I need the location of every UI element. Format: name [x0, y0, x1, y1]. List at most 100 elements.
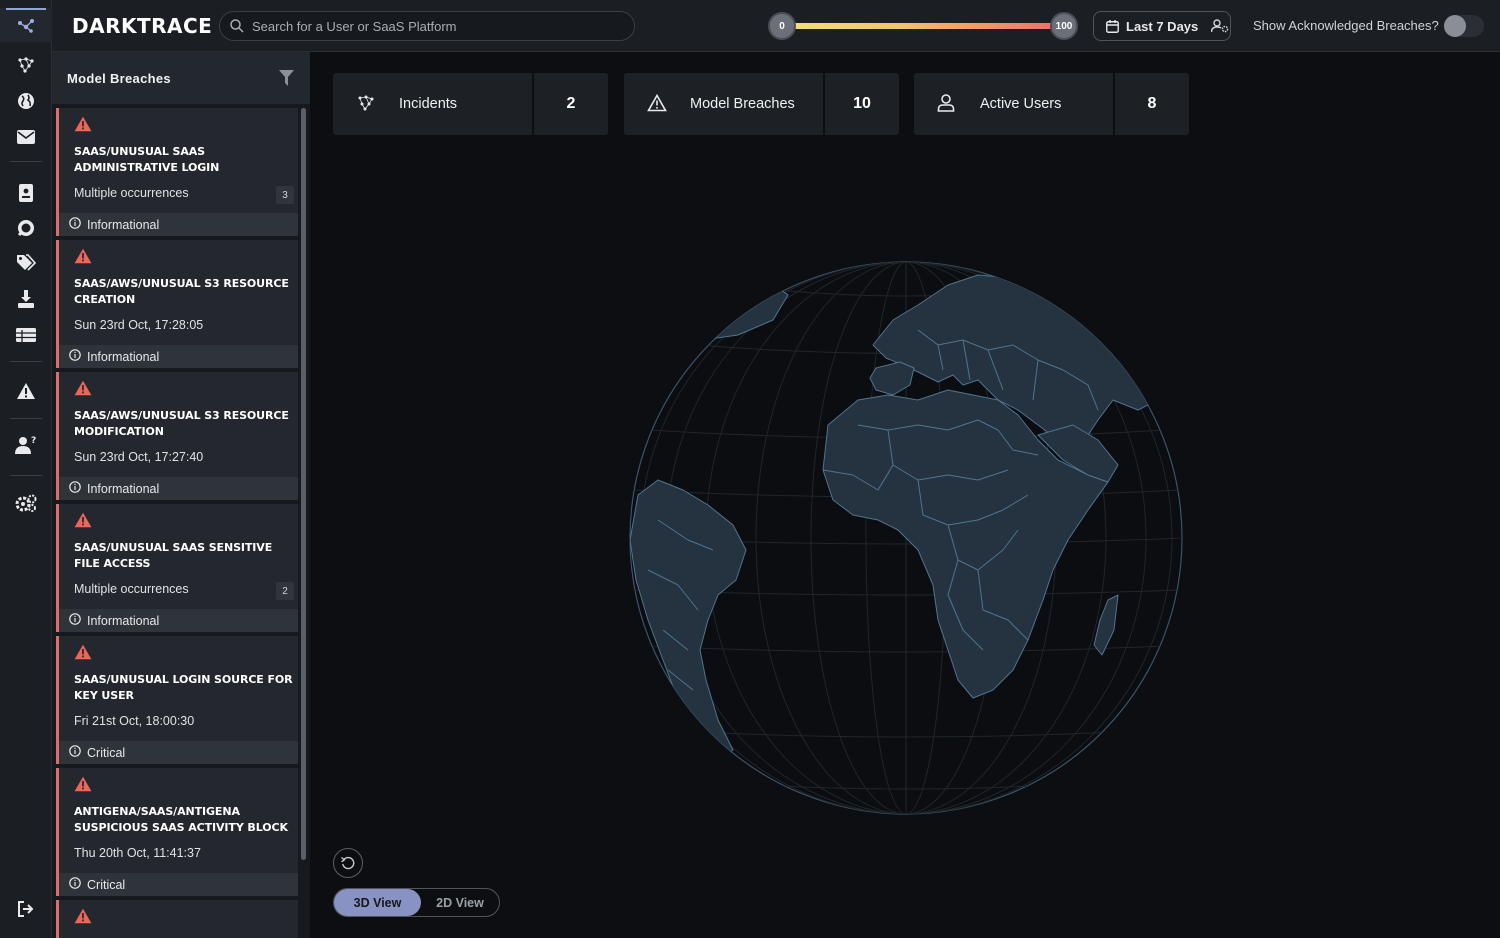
search-box[interactable] [219, 11, 635, 41]
incidents-icon [358, 95, 374, 111]
warning-triangle-icon [74, 380, 92, 401]
panel-title: Model Breaches [67, 70, 171, 86]
slider-track[interactable] [780, 23, 1066, 29]
breach-title: SAAS/UNUSUAL SAAS SENSITIVE FILE ACCESS [74, 541, 273, 570]
breach-detail: Fri 21st Oct, 18:00:30 [74, 714, 195, 728]
app-root: ? DARKTRACE 0 100 Last 7 Days Show Ackno… [0, 0, 1500, 938]
stat-value: 10 [853, 95, 871, 112]
breach-card[interactable] [56, 900, 298, 938]
rail-divider [10, 475, 42, 476]
severity-label: Informational [87, 349, 160, 364]
breach-list: SAAS/UNUSUAL SAAS ADMINISTRATIVE LOGIN Mu… [56, 108, 298, 938]
breach-card[interactable]: ANTIGENA/SAAS/ANTIGENA SUSPICIOUS SAAS A… [56, 768, 298, 896]
rail-divider [10, 161, 42, 162]
warning-triangle-icon [74, 776, 92, 797]
rail-tags[interactable] [0, 246, 52, 280]
user-icon [937, 94, 955, 112]
severity-label: Informational [87, 613, 160, 628]
severity-label: Critical [87, 877, 126, 892]
info-icon [69, 745, 81, 760]
rail-download[interactable] [0, 282, 52, 316]
info-icon [69, 877, 81, 892]
threat-score-slider[interactable]: 0 100 [768, 12, 1078, 40]
info-icon [69, 217, 81, 232]
rail-divider [10, 361, 42, 362]
user-question-icon: ? [15, 436, 36, 454]
warning-triangle-icon [74, 908, 92, 929]
filter-icon[interactable] [279, 70, 294, 86]
chat-icon [17, 220, 34, 237]
view-3d-button[interactable]: 3D View [334, 889, 421, 916]
alert-icon [17, 383, 35, 399]
view-2d-button[interactable]: 2D View [421, 889, 499, 916]
rail-network[interactable] [0, 8, 52, 42]
breach-severity: Informational [59, 609, 298, 632]
logout-icon [18, 901, 34, 917]
toggle-knob [1444, 15, 1466, 37]
acknowledged-label: Show Acknowledged Breaches? [1253, 18, 1439, 33]
acknowledged-toggle[interactable] [1444, 15, 1484, 37]
rail-settings[interactable] [0, 486, 52, 520]
download-icon [18, 290, 34, 308]
stat-label: Model Breaches [690, 96, 795, 112]
logo: DARKTRACE [72, 14, 213, 38]
breach-severity: Critical [59, 741, 298, 764]
breach-card[interactable]: SAAS/UNUSUAL SAAS ADMINISTRATIVE LOGIN Mu… [56, 108, 298, 236]
breach-list-scrollbar[interactable] [301, 108, 306, 860]
stat-label: Incidents [399, 96, 458, 112]
world-globe[interactable] [618, 250, 1194, 826]
info-icon [69, 481, 81, 496]
top-bar: DARKTRACE 0 100 Last 7 Days Show Acknowl… [52, 0, 1500, 52]
rail-user-help[interactable]: ? [0, 428, 52, 462]
model-breaches-panel: Model Breaches SAAS/UNUSUAL SAAS ADMINIS… [52, 52, 310, 938]
occurrence-count: 3 [276, 186, 294, 204]
stat-value: 8 [1147, 95, 1157, 112]
stat-active-users[interactable]: Active Users 8 [914, 73, 1189, 135]
breach-severity: Informational [59, 477, 298, 500]
rail-globe[interactable] [0, 84, 52, 118]
reset-view-button[interactable] [333, 848, 363, 878]
breach-card[interactable]: SAAS/UNUSUAL SAAS SENSITIVE FILE ACCESS M… [56, 504, 298, 632]
severity-label: Informational [87, 217, 160, 232]
stat-label: Active Users [980, 96, 1062, 112]
severity-label: Informational [87, 481, 160, 496]
breach-severity: Informational [59, 345, 298, 368]
table-icon [16, 328, 36, 342]
breach-card[interactable]: SAAS/AWS/UNUSUAL S3 RESOURCE MODIFICATIO… [56, 372, 298, 500]
svg-text:?: ? [31, 436, 36, 446]
rail-chat[interactable] [0, 211, 52, 245]
breach-title: SAAS/UNUSUAL LOGIN SOURCE FOR KEY USER [74, 673, 293, 702]
rail-reports[interactable] [0, 176, 52, 210]
breach-severity: Informational [59, 213, 298, 236]
tags-icon [17, 254, 36, 271]
warning-triangle-icon [74, 116, 92, 137]
breach-card[interactable]: SAAS/UNUSUAL LOGIN SOURCE FOR KEY USER Fr… [56, 636, 298, 764]
stat-incidents[interactable]: Incidents 2 [333, 73, 608, 135]
breach-title: ANTIGENA/SAAS/ANTIGENA SUSPICIOUS SAAS A… [74, 805, 288, 834]
slider-max-handle[interactable]: 100 [1050, 12, 1078, 40]
search-input[interactable] [252, 18, 612, 34]
stat-model-breaches[interactable]: Model Breaches 10 [624, 73, 899, 135]
breach-title: SAAS/AWS/UNUSUAL S3 RESOURCE CREATION [74, 277, 289, 306]
rail-logout[interactable] [0, 892, 52, 926]
rail-table[interactable] [0, 318, 52, 352]
date-range-button[interactable]: Last 7 Days [1093, 11, 1231, 41]
calendar-icon [1106, 19, 1119, 33]
panel-header: Model Breaches [52, 52, 310, 104]
warning-triangle-icon [74, 644, 92, 665]
breach-severity: Critical [59, 873, 298, 896]
slider-min-handle[interactable]: 0 [768, 12, 796, 40]
incidents-icon [18, 57, 34, 73]
icon-rail: ? [0, 0, 52, 938]
rail-incidents[interactable] [0, 48, 52, 82]
breach-detail: Thu 20th Oct, 11:41:37 [74, 846, 201, 860]
rail-divider [10, 418, 42, 419]
breach-title: SAAS/AWS/UNUSUAL S3 RESOURCE MODIFICATIO… [74, 409, 289, 438]
rail-alerts[interactable] [0, 374, 52, 408]
user-settings-icon[interactable] [1211, 19, 1229, 33]
reset-rotation-icon [341, 856, 355, 870]
mail-icon [17, 130, 35, 144]
breach-card[interactable]: SAAS/AWS/UNUSUAL S3 RESOURCE CREATION Sun… [56, 240, 298, 368]
breach-title: SAAS/UNUSUAL SAAS ADMINISTRATIVE LOGIN [74, 145, 220, 174]
rail-email[interactable] [0, 120, 52, 154]
